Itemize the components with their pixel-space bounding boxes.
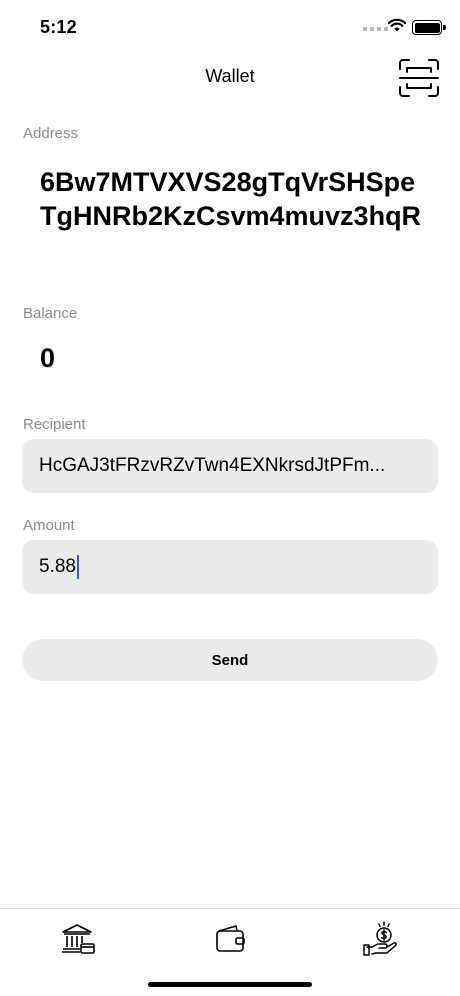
recipient-input[interactable]: HcGAJ3tFRzvRZvTwn4EXNkrsdJtPFm...	[22, 439, 438, 493]
hand-money-icon	[363, 921, 397, 956]
recipient-label: Recipient	[23, 416, 86, 433]
status-time: 5:12	[40, 17, 77, 37]
recipient-input-value: HcGAJ3tFRzvRZvTwn4EXNkrsdJtPFm...	[39, 455, 386, 476]
balance-label: Balance	[23, 305, 78, 322]
balance-value: 0	[40, 343, 56, 373]
amount-label: Amount	[23, 517, 75, 534]
amount-input-value: 5.88	[39, 556, 76, 577]
home-indicator	[148, 982, 312, 987]
text-cursor	[76, 555, 79, 579]
wifi-icon	[388, 18, 406, 32]
tab-wallet[interactable]	[210, 919, 250, 959]
address-label: Address	[23, 125, 79, 142]
scan-qr-button[interactable]	[398, 58, 440, 98]
page-title: Wallet	[205, 66, 255, 86]
tab-bank[interactable]	[58, 919, 98, 959]
amount-input[interactable]: 5.88	[22, 540, 438, 594]
tab-payments[interactable]	[362, 919, 402, 959]
status-bar: 5:12	[0, 0, 460, 54]
cellular-signal-icon	[363, 27, 388, 31]
address-value: 6Bw7MTVXVS28gTqVrSHSpeTgHNRb2KzCsvm4muvz…	[40, 167, 422, 231]
wallet-screen: 5:12 Wallet Address 6Bw7MTVXVS28gTqVrSHS…	[0, 0, 460, 996]
scan-icon	[399, 59, 439, 97]
battery-icon	[412, 20, 446, 35]
send-button[interactable]: Send	[22, 639, 438, 681]
bank-icon	[62, 924, 95, 954]
wallet-icon	[216, 925, 245, 952]
